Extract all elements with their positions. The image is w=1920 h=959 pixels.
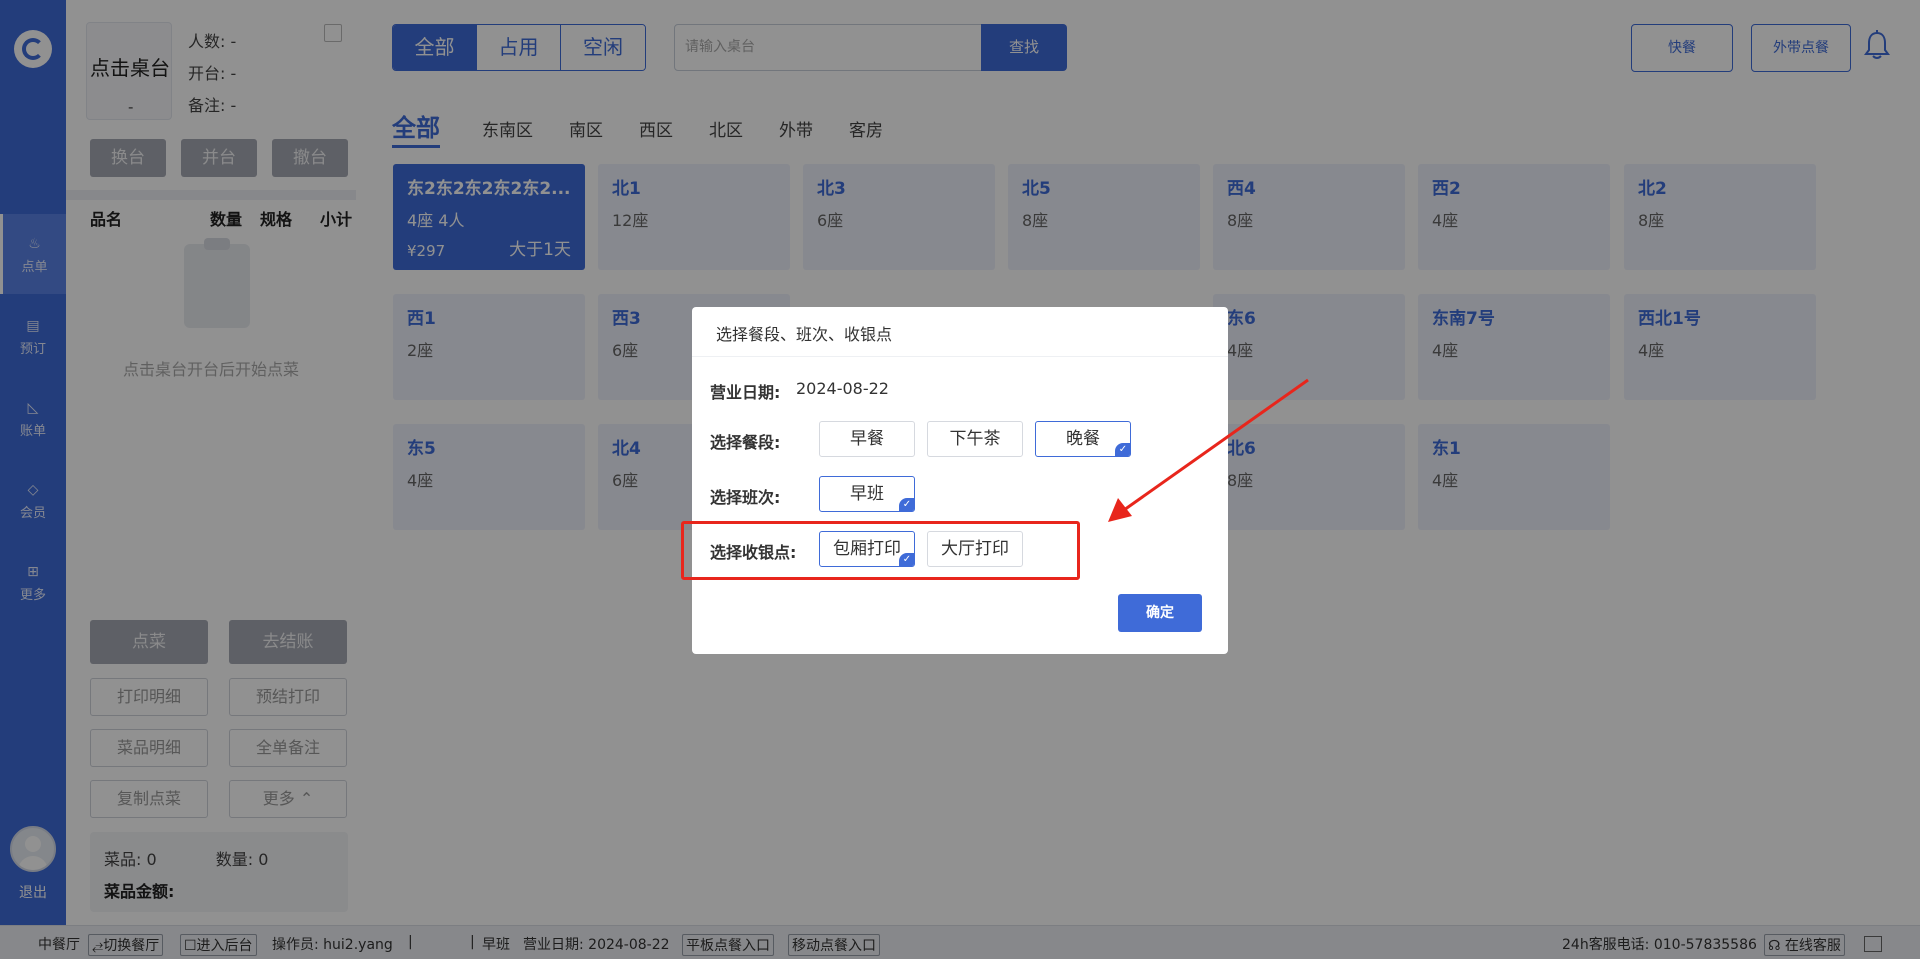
meal-label: 选择餐段: [710,433,781,452]
select-meal-modal: 选择餐段、班次、收银点 营业日期: 2024-08-22 选择餐段: 早餐 下午… [692,307,1228,654]
meal-option-tea[interactable]: 下午茶 [927,421,1023,457]
annotation-highlight-box [681,521,1080,580]
shift-option-morning[interactable]: 早班 [819,476,915,512]
modal-title: 选择餐段、班次、收银点 [692,307,1228,357]
meal-option-breakfast[interactable]: 早餐 [819,421,915,457]
date-value: 2024-08-22 [796,379,889,398]
meal-option-dinner[interactable]: 晚餐 [1035,421,1131,457]
confirm-button[interactable]: 确定 [1118,594,1202,632]
shift-label: 选择班次: [710,488,781,507]
date-label: 营业日期: [710,383,781,402]
